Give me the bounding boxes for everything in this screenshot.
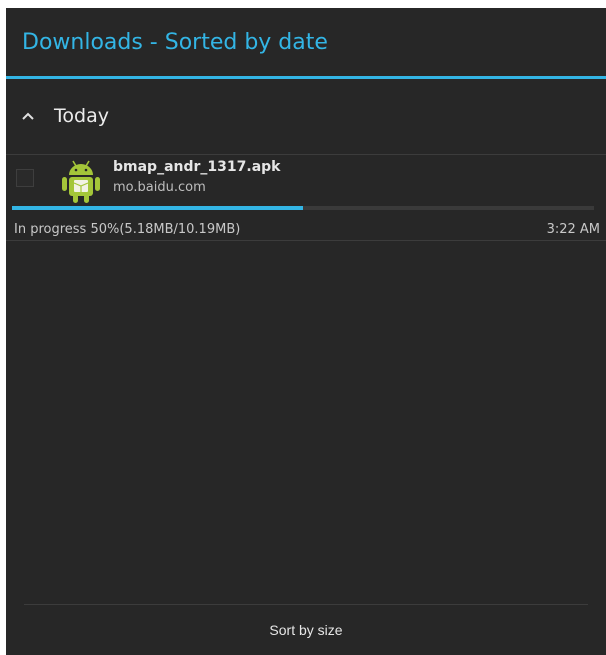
chevron-up-icon <box>22 112 34 120</box>
sort-by-size-button[interactable]: Sort by size <box>206 612 406 648</box>
title-underline <box>6 76 606 79</box>
group-header-today[interactable]: Today <box>6 94 606 142</box>
android-app-icon <box>62 160 100 203</box>
file-name: bmap_andr_1317.apk <box>113 159 281 175</box>
title-bar: Downloads - Sorted by date <box>6 8 606 79</box>
bottom-action-bar: Sort by size <box>6 604 606 655</box>
downloads-screen: Downloads - Sorted by date Today bmap_an… <box>6 8 606 655</box>
download-item[interactable]: bmap_andr_1317.apk mo.baidu.com In progr… <box>6 155 606 241</box>
file-source: mo.baidu.com <box>113 180 206 195</box>
download-time: 3:22 AM <box>546 222 600 237</box>
page-title: Downloads - Sorted by date <box>22 30 328 55</box>
download-progress-bar <box>12 206 594 210</box>
download-progress-fill <box>12 206 303 210</box>
group-label: Today <box>54 105 109 127</box>
select-checkbox[interactable] <box>16 169 34 187</box>
download-status: In progress 50%(5.18MB/10.19MB) <box>14 222 241 237</box>
divider <box>6 240 606 241</box>
